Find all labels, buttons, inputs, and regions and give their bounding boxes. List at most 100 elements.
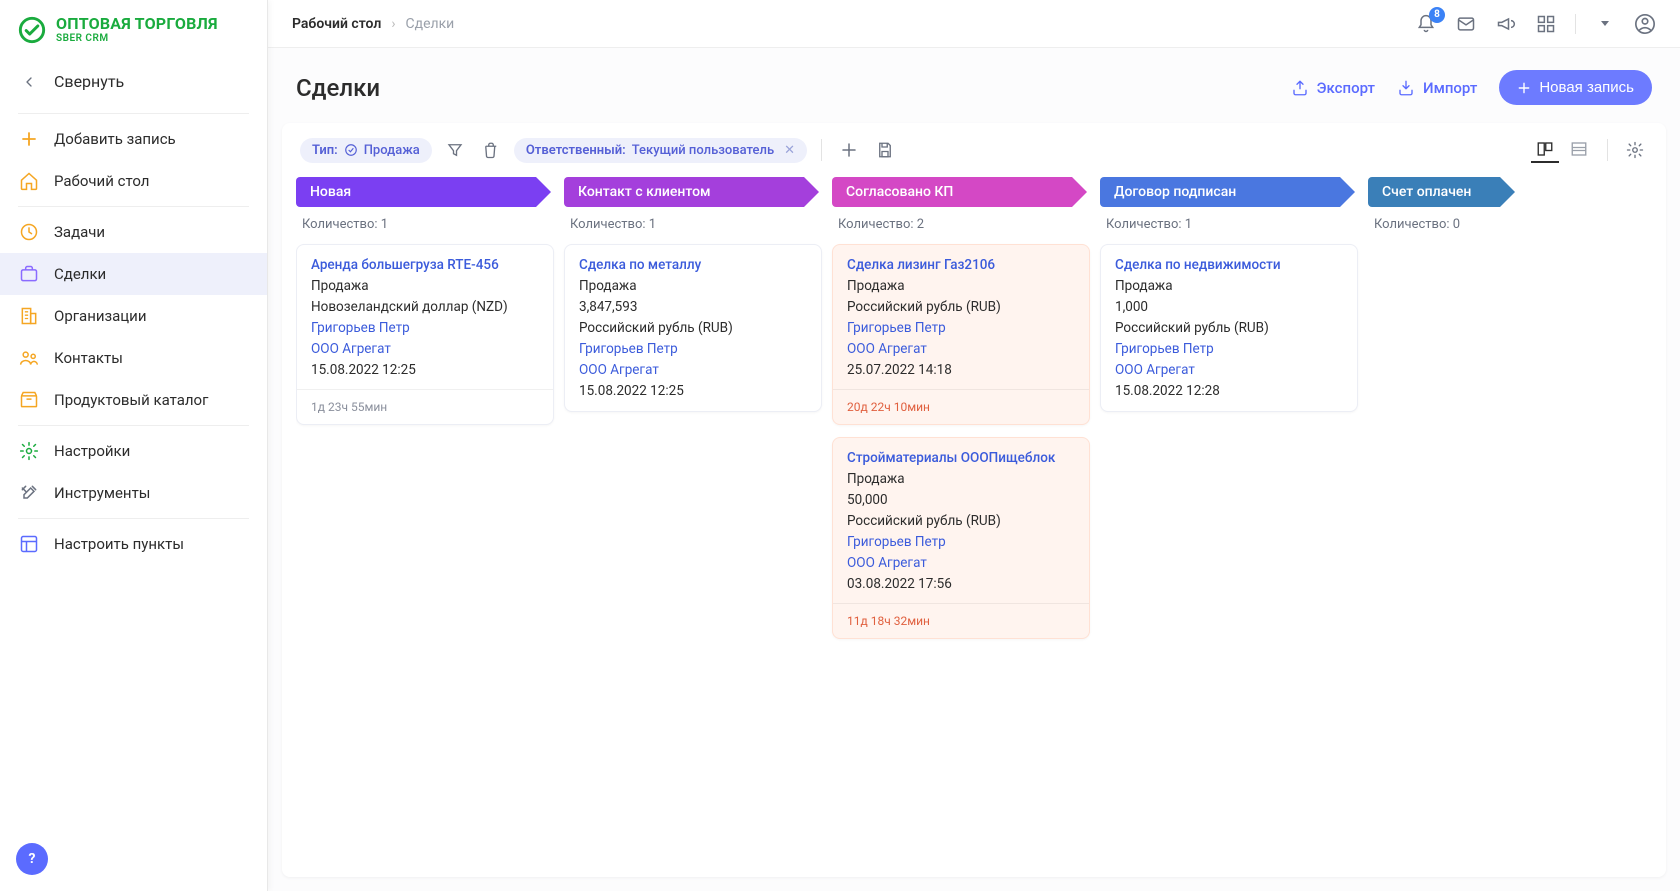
- filter-button[interactable]: [442, 137, 468, 163]
- help-button[interactable]: ?: [16, 843, 48, 875]
- card-owner[interactable]: Григорьев Петр: [1115, 339, 1343, 360]
- card-duration: 11д 18ч 32мин: [833, 603, 1089, 639]
- mail-button[interactable]: [1455, 13, 1477, 35]
- sidebar-item-orgs[interactable]: Организации: [0, 295, 267, 337]
- filter-chip-responsible[interactable]: Ответственный: Текущий пользователь ✕: [514, 138, 807, 163]
- stage-header[interactable]: Договор подписан: [1100, 177, 1340, 207]
- card-date: 25.07.2022 14:18: [847, 360, 1075, 381]
- card-org[interactable]: ООО Агрегат: [847, 339, 1075, 360]
- card-currency: Новозеландский доллар (NZD): [311, 297, 539, 318]
- stage-title: Договор подписан: [1114, 184, 1236, 200]
- kanban-board: Новая Количество: 1 Аренда большегруза R…: [296, 177, 1652, 857]
- kanban-column: Контакт с клиентом Количество: 1 Сделка …: [564, 177, 822, 847]
- deal-card[interactable]: Сделка по металлу Продажа 3,847,593 Росс…: [564, 244, 822, 412]
- sidebar-item-tasks[interactable]: Задачи: [0, 211, 267, 253]
- card-org[interactable]: ООО Агрегат: [311, 339, 539, 360]
- card-amount: 1,000: [1115, 297, 1343, 318]
- card-owner[interactable]: Григорьев Петр: [847, 318, 1075, 339]
- divider: [1607, 139, 1608, 161]
- kanban-view-button[interactable]: [1531, 137, 1559, 163]
- filter-chip-type[interactable]: Тип: Продажа: [300, 138, 432, 163]
- kanban-column: Счет оплачен Количество: 0: [1368, 177, 1518, 847]
- deal-card[interactable]: Стройматериалы ОООПищеблок Продажа 50,00…: [832, 437, 1090, 639]
- card-owner[interactable]: Григорьев Петр: [311, 318, 539, 339]
- sidebar-item-contacts[interactable]: Контакты: [0, 337, 267, 379]
- clock-icon: [18, 221, 40, 243]
- card-title[interactable]: Сделка по металлу: [579, 255, 807, 276]
- tools-icon: [18, 482, 40, 504]
- topbar: Рабочий стол › Сделки 8: [268, 0, 1680, 48]
- stage-header[interactable]: Согласовано КП: [832, 177, 1072, 207]
- sidebar-item-label: Сделки: [54, 265, 106, 283]
- sidebar-collapse[interactable]: Свернуть: [0, 54, 267, 109]
- card-title[interactable]: Стройматериалы ОООПищеблок: [847, 448, 1075, 469]
- page-header: Сделки Экспорт Импорт Новая запись: [268, 48, 1680, 123]
- stage-header[interactable]: Новая: [296, 177, 536, 207]
- main: Рабочий стол › Сделки 8 С: [268, 0, 1680, 891]
- dropdown-button[interactable]: [1594, 13, 1616, 35]
- card-owner[interactable]: Григорьев Петр: [579, 339, 807, 360]
- stage-title: Согласовано КП: [846, 184, 953, 200]
- box-icon: [18, 389, 40, 411]
- column-count: Количество: 2: [832, 207, 1090, 244]
- card-title[interactable]: Сделка лизинг Газ2106: [847, 255, 1075, 276]
- save-view-button[interactable]: [872, 137, 898, 163]
- layout-icon: [18, 533, 40, 555]
- chip-value: Текущий пользователь: [632, 143, 774, 158]
- close-icon[interactable]: ✕: [784, 143, 795, 158]
- card-owner[interactable]: Григорьев Петр: [847, 532, 1075, 553]
- notifications-button[interactable]: 8: [1415, 13, 1437, 35]
- card-amount: 3,847,593: [579, 297, 807, 318]
- export-label: Экспорт: [1317, 79, 1375, 97]
- briefcase-icon: [18, 263, 40, 285]
- profile-button[interactable]: [1634, 13, 1656, 35]
- card-type: Продажа: [847, 276, 1075, 297]
- import-button[interactable]: Импорт: [1397, 79, 1477, 97]
- export-button[interactable]: Экспорт: [1291, 79, 1375, 97]
- app-title: ОПТОВАЯ ТОРГОВЛЯ: [56, 16, 218, 32]
- card-org[interactable]: ООО Агрегат: [1115, 360, 1343, 381]
- deal-card[interactable]: Аренда большегруза RTE-456 Продажа Новоз…: [296, 244, 554, 425]
- sidebar-item-deals[interactable]: Сделки: [0, 253, 267, 295]
- announce-button[interactable]: [1495, 13, 1517, 35]
- delete-button[interactable]: [478, 137, 504, 163]
- stage-header[interactable]: Счет оплачен: [1368, 177, 1500, 207]
- card-title[interactable]: Сделка по недвижимости: [1115, 255, 1343, 276]
- deal-card[interactable]: Сделка по недвижимости Продажа 1,000 Рос…: [1100, 244, 1358, 412]
- stage-title: Контакт с клиентом: [578, 184, 711, 200]
- card-type: Продажа: [311, 276, 539, 297]
- sidebar: ОПТОВАЯ ТОРГОВЛЯ SBER CRM Свернуть Добав…: [0, 0, 268, 891]
- card-currency: Российский рубль (RUB): [1115, 318, 1343, 339]
- stage-header[interactable]: Контакт с клиентом: [564, 177, 804, 207]
- card-duration: 20д 22ч 10мин: [833, 389, 1089, 425]
- sidebar-add-record[interactable]: Добавить запись: [0, 118, 267, 160]
- new-record-button[interactable]: Новая запись: [1499, 70, 1652, 105]
- apps-button[interactable]: [1535, 13, 1557, 35]
- card-org[interactable]: ООО Агрегат: [847, 553, 1075, 574]
- breadcrumb-root[interactable]: Рабочий стол: [292, 16, 381, 32]
- users-icon: [18, 347, 40, 369]
- notifications-badge: 8: [1429, 7, 1445, 23]
- caret-down-icon: [1601, 21, 1609, 26]
- settings-button[interactable]: [1622, 137, 1648, 163]
- card-date: 15.08.2022 12:28: [1115, 381, 1343, 402]
- column-count: Количество: 0: [1368, 207, 1518, 244]
- add-filter-button[interactable]: [836, 137, 862, 163]
- divider: [18, 206, 249, 207]
- deal-card[interactable]: Сделка лизинг Газ2106 Продажа Российский…: [832, 244, 1090, 425]
- page-title: Сделки: [296, 74, 380, 102]
- sidebar-item-label: Продуктовый каталог: [54, 391, 208, 409]
- sidebar-item-label: Контакты: [54, 349, 123, 367]
- sidebar-tools[interactable]: Инструменты: [0, 472, 267, 514]
- stage-title: Счет оплачен: [1382, 184, 1471, 200]
- card-org[interactable]: ООО Агрегат: [579, 360, 807, 381]
- sidebar-item-catalog[interactable]: Продуктовый каталог: [0, 379, 267, 421]
- sidebar-settings[interactable]: Настройки: [0, 430, 267, 472]
- card-duration: 1д 23ч 55мин: [297, 389, 553, 425]
- list-view-button[interactable]: [1565, 137, 1593, 163]
- sidebar-item-desktop[interactable]: Рабочий стол: [0, 160, 267, 202]
- sidebar-configure[interactable]: Настроить пункты: [0, 523, 267, 565]
- new-record-label: Новая запись: [1539, 79, 1634, 96]
- card-title[interactable]: Аренда большегруза RTE-456: [311, 255, 539, 276]
- export-icon: [1291, 79, 1309, 97]
